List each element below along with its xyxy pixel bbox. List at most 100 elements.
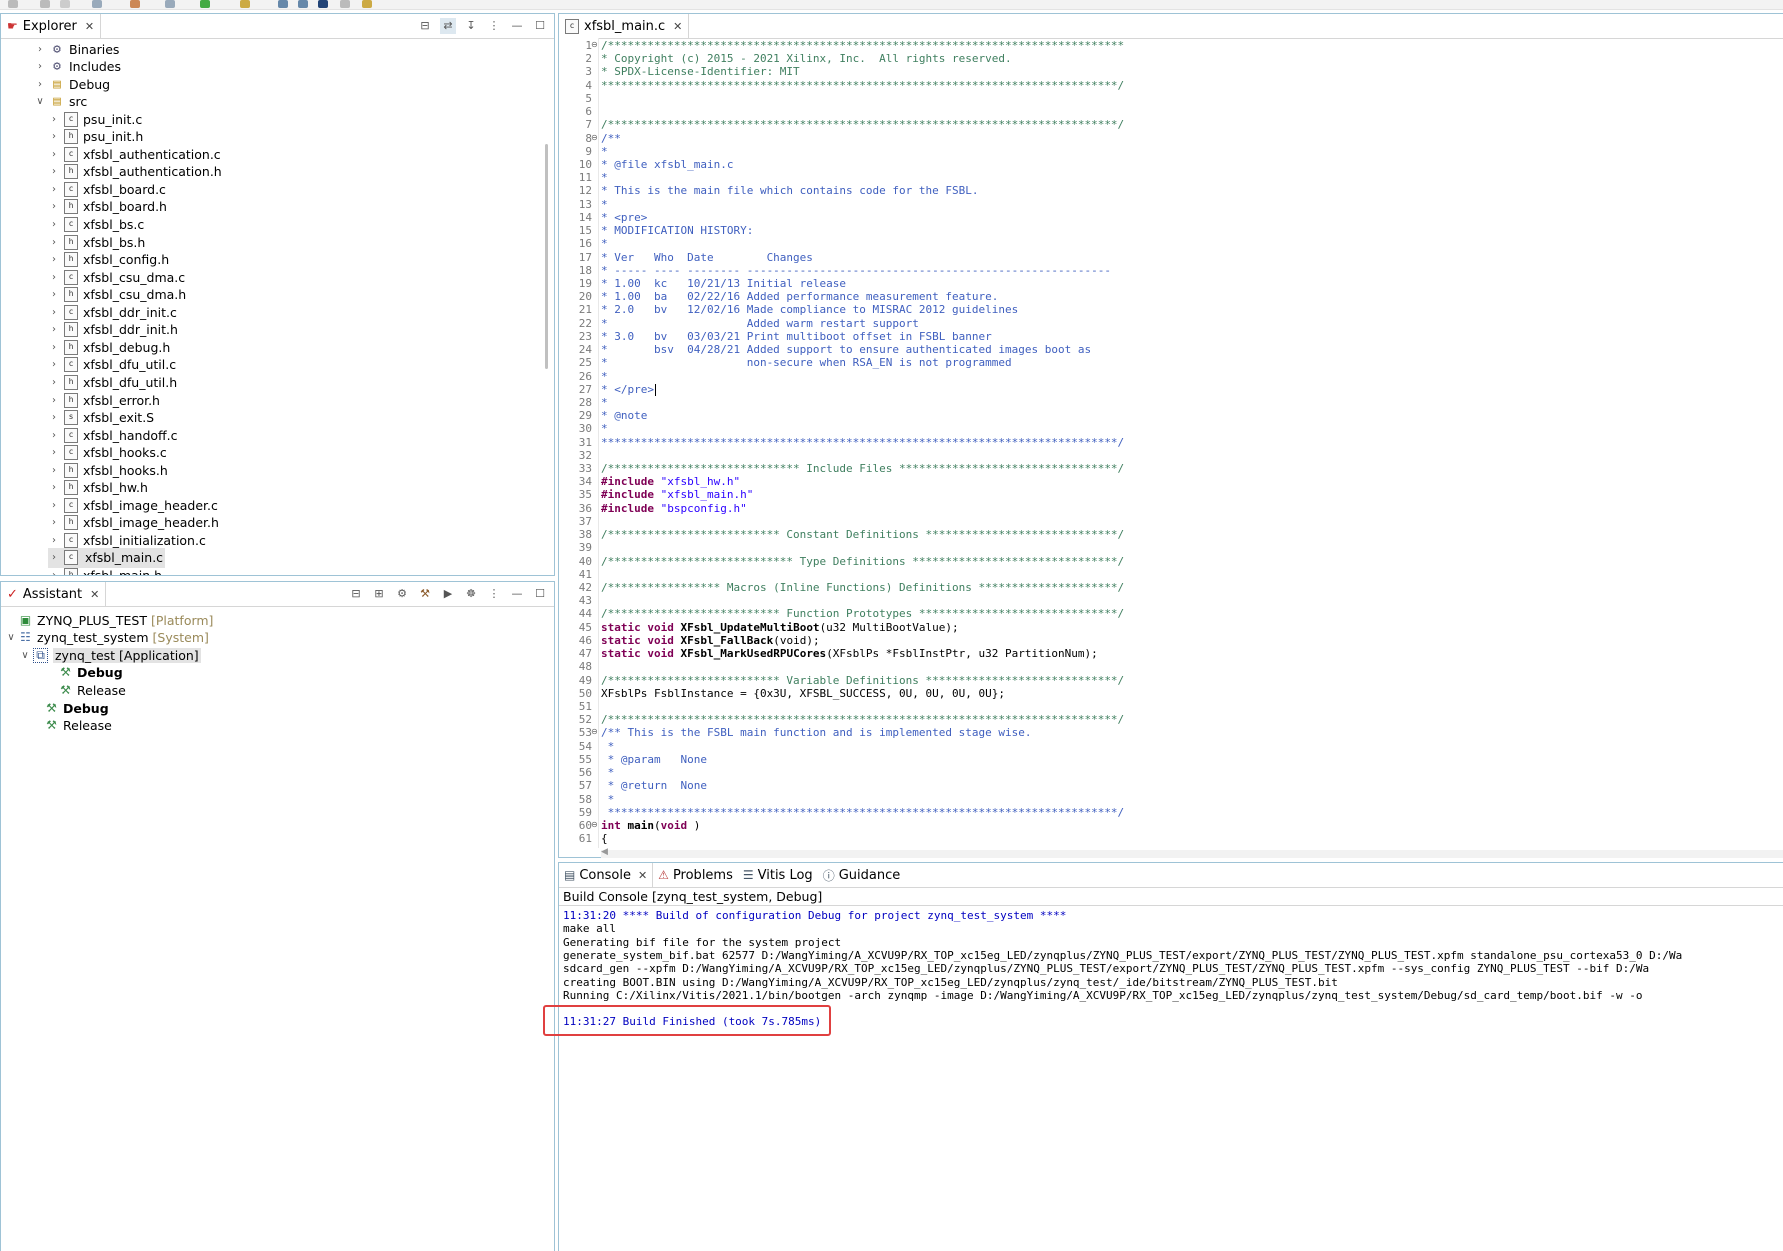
toolbar-icon[interactable] [130,0,140,8]
assistant-item[interactable]: ▣ ZYNQ_PLUS_TEST [Platform] [5,611,214,629]
code-token: * MODIFICATION HISTORY: [601,224,754,238]
assistant-item[interactable]: ⚒ Release [45,681,126,699]
chevron-down-icon[interactable]: ∨ [19,650,31,661]
tab-problems[interactable]: ⚠ Problems [653,863,738,887]
chevron-right-icon[interactable]: › [48,395,60,406]
toolbar-icon[interactable] [278,0,288,8]
chevron-right-icon[interactable]: › [48,447,60,458]
assistant-item[interactable]: ⚒ Debug [45,664,123,682]
chevron-right-icon[interactable]: › [48,324,60,335]
run-icon[interactable]: ▶ [440,586,456,602]
code-token: * Copyright (c) 2015 - 2021 Xilinx, Inc.… [601,52,1012,66]
fold-toggle-icon[interactable]: ⊖ [591,727,598,736]
assistant-item-label: zynq_test [Application] [53,647,201,663]
chevron-right-icon[interactable]: › [48,552,60,563]
chevron-right-icon[interactable]: › [48,412,60,423]
assistant-item[interactable]: ∨ ☷ zynq_test_system [System] [5,629,209,647]
tab-vitis-log[interactable]: ☰ Vitis Log [738,863,818,887]
assistant-item[interactable]: ⚒ Debug [31,699,109,717]
chevron-right-icon[interactable]: › [48,254,60,265]
expand-all-icon[interactable]: ⊞ [371,586,387,602]
chevron-right-icon[interactable]: › [48,237,60,248]
close-icon[interactable]: ✕ [673,20,682,33]
tab-console[interactable]: ▤ Console ✕ [559,863,654,887]
toolbar-icon[interactable] [92,0,102,8]
editor-horizontal-scrollbar[interactable]: ◀ [601,847,1783,858]
chevron-right-icon[interactable]: › [48,219,60,230]
code-token: /***************************************… [601,713,1125,727]
toolbar-icon[interactable] [240,0,250,8]
fold-toggle-icon[interactable]: ⊖ [591,40,598,49]
chevron-right-icon[interactable]: › [48,342,60,353]
chevron-right-icon[interactable]: › [48,184,60,195]
toolbar-icon[interactable] [298,0,308,8]
chevron-right-icon[interactable]: › [48,535,60,546]
close-icon[interactable]: ✕ [638,869,647,882]
tab-xfsbl-main-c[interactable]: c xfsbl_main.c ✕ [559,14,690,38]
view-menu-icon[interactable]: ⋮ [486,586,502,602]
application-icon: ⧉ [33,647,48,663]
chevron-right-icon[interactable]: › [48,201,60,212]
toolbar-icon[interactable] [60,0,70,8]
chevron-right-icon[interactable]: › [48,465,60,476]
chevron-right-icon[interactable]: › [48,377,60,388]
assistant-item[interactable]: ∨ ⧉ zynq_test [Application] [19,646,201,664]
maximize-icon[interactable]: ☐ [532,586,548,602]
chevron-right-icon[interactable]: › [48,500,60,511]
code-token: /**************************** Type Defin… [601,554,1125,568]
chevron-down-icon[interactable]: ∨ [5,632,17,643]
main-toolbar [0,0,1783,10]
toolbar-icon[interactable] [340,0,350,8]
chevron-right-icon[interactable]: › [48,114,60,125]
code-line: * [601,237,608,250]
assistant-item[interactable]: ⚒ Release [31,717,112,735]
maximize-icon[interactable]: ☐ [532,18,548,34]
tab-explorer[interactable]: ☛ Explorer ✕ [1,14,102,38]
chevron-right-icon[interactable]: › [48,289,60,300]
view-menu-icon[interactable]: ⋮ [486,18,502,34]
minimize-icon[interactable]: — [509,586,525,602]
filter-icon[interactable]: ↧ [463,18,479,34]
close-icon[interactable]: ✕ [90,588,99,601]
collapse-all-icon[interactable]: ⊟ [417,18,433,34]
tree-item[interactable]: › h xfsbl_main.h [48,566,162,575]
toolbar-icon[interactable] [362,0,372,8]
chevron-right-icon[interactable]: › [48,166,60,177]
chevron-right-icon[interactable]: › [48,430,60,441]
close-icon[interactable]: ✕ [85,20,94,33]
chevron-right-icon[interactable]: › [48,131,60,142]
tree-item-label: xfsbl_initialization.c [83,532,206,548]
chevron-right-icon[interactable]: › [48,149,60,160]
chevron-right-icon[interactable]: › [34,44,46,55]
code-token: * 1.00 kc 10/21/13 Initial release [601,276,847,290]
chevron-right-icon[interactable]: › [48,517,60,528]
chevron-right-icon[interactable]: › [48,307,60,318]
collapse-all-icon[interactable]: ⊟ [348,586,364,602]
fold-toggle-icon[interactable]: ⊖ [591,820,598,829]
explorer-scrollbar[interactable] [545,144,548,369]
link-with-editor-icon[interactable]: ⇄ [440,18,456,34]
minimize-icon[interactable]: — [509,18,525,34]
debug-icon[interactable]: ☸ [463,586,479,602]
console-output[interactable]: 11:31:20 **** Build of configuration Deb… [559,906,1783,1246]
code-editor[interactable]: 1 ⊖/*************************************… [559,38,1783,850]
toolbar-icon[interactable] [165,0,175,8]
chevron-right-icon[interactable]: › [48,570,60,575]
chevron-right-icon[interactable]: › [48,482,60,493]
assistant-icon: ✓ [7,586,18,602]
chevron-down-icon[interactable]: ∨ [34,96,46,107]
chevron-right-icon[interactable]: › [34,79,46,90]
toolbar-icon[interactable] [8,0,18,8]
toolbar-icon[interactable] [40,0,50,8]
toolbar-icon[interactable] [200,0,210,8]
chevron-right-icon[interactable]: › [48,359,60,370]
scroll-left-icon[interactable]: ◀ [601,847,608,857]
chevron-right-icon[interactable]: › [34,61,46,72]
tab-guidance[interactable]: ⓘ Guidance [818,863,906,887]
fold-toggle-icon[interactable]: ⊖ [591,133,598,142]
tab-assistant[interactable]: ✓ Assistant ✕ [1,582,107,606]
chevron-right-icon[interactable]: › [48,272,60,283]
toolbar-icon[interactable] [318,0,328,8]
settings-gear-icon[interactable]: ⚙ [394,586,410,602]
build-hammer-icon[interactable]: ⚒ [417,586,433,602]
